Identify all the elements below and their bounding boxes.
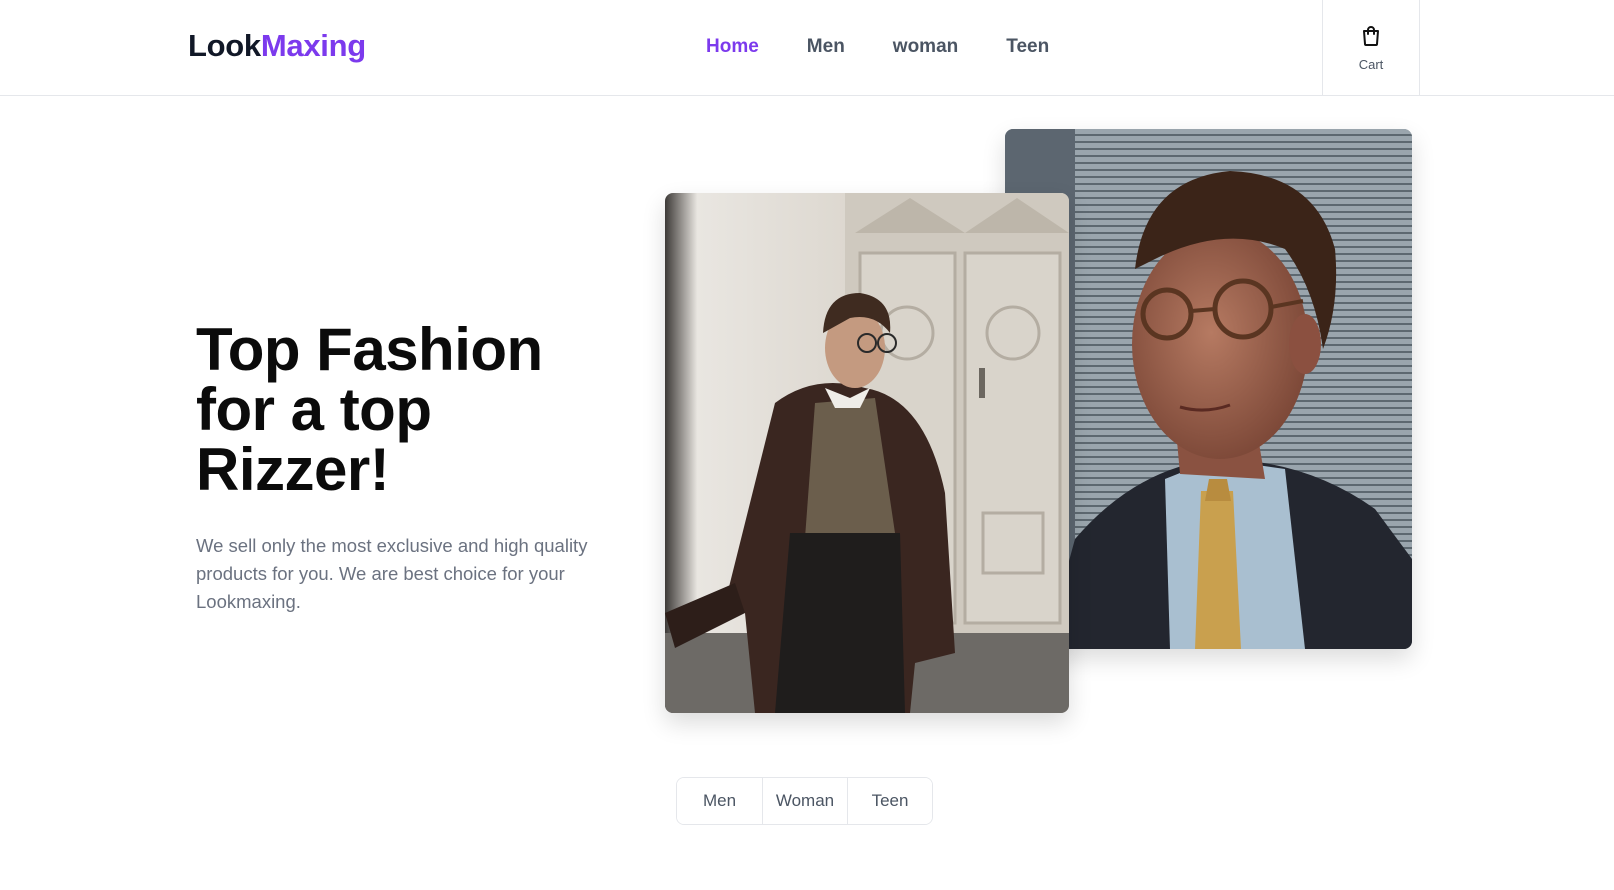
hero-image-coat xyxy=(665,193,1069,713)
hero-title-line-1: Top Fashion xyxy=(196,316,543,383)
hero-title-line-2: for a top xyxy=(196,376,432,443)
cart-button[interactable]: Cart xyxy=(1322,0,1420,96)
filter-teen-button[interactable]: Teen xyxy=(847,778,932,824)
site-header: LookMaxing Home Men woman Teen Cart xyxy=(0,0,1614,96)
hero-description: We sell only the most exclusive and high… xyxy=(196,535,588,612)
shopping-bag-icon xyxy=(1359,24,1383,53)
nav-teen[interactable]: Teen xyxy=(1006,36,1049,58)
logo-accent: Maxing xyxy=(260,28,366,63)
nav-woman[interactable]: woman xyxy=(893,36,958,58)
main-nav: Home Men woman Teen xyxy=(706,36,1049,58)
cart-label: Cart xyxy=(1358,57,1384,72)
hero-title-line-3: Rizzer! xyxy=(196,436,390,503)
hero-title: Top Fashion for a top Rizzer! xyxy=(196,320,626,500)
nav-home[interactable]: Home xyxy=(706,36,759,58)
filter-men-button[interactable]: Men xyxy=(677,778,762,824)
logo[interactable]: LookMaxing xyxy=(188,28,366,64)
logo-primary: Look xyxy=(188,28,261,63)
nav-men[interactable]: Men xyxy=(807,36,845,58)
filter-woman-button[interactable]: Woman xyxy=(762,778,847,824)
category-filter: Men Woman Teen xyxy=(676,777,933,825)
